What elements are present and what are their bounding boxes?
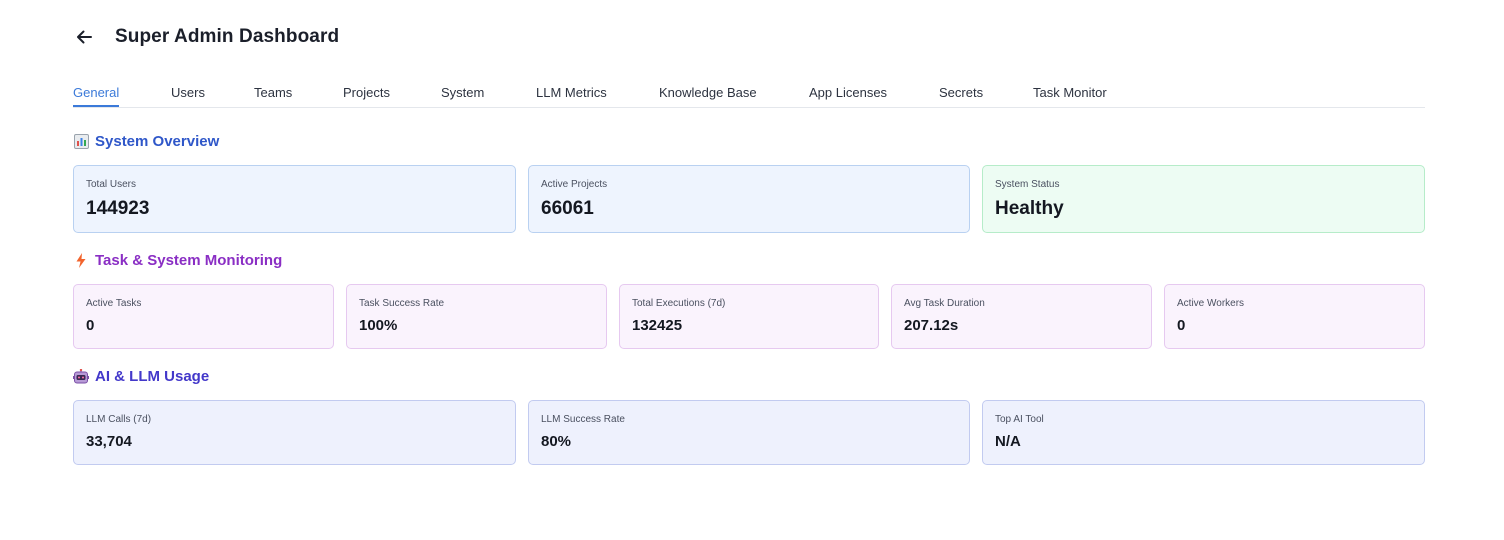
lightning-icon: [73, 253, 89, 269]
stat-label: LLM Success Rate: [541, 414, 625, 425]
page-title: Super Admin Dashboard: [115, 26, 340, 47]
stat-card-total-users: Total Users 144923: [73, 165, 516, 233]
stat-value: N/A: [995, 433, 1021, 450]
section-ai-llm-usage: AI & LLM Usage: [73, 368, 209, 385]
robot-icon: [73, 369, 89, 385]
section-title: System Overview: [95, 133, 220, 150]
tab-teams[interactable]: Teams: [254, 84, 292, 101]
tab-bar: General Users Teams Projects System LLM …: [73, 84, 1425, 108]
section-title: AI & LLM Usage: [95, 368, 210, 385]
stat-value: 144923: [86, 198, 150, 219]
stat-value: 33,704: [86, 433, 132, 450]
tab-general[interactable]: General: [73, 84, 120, 107]
tab-app-licenses[interactable]: App Licenses: [809, 84, 887, 101]
stat-value: 0: [1177, 317, 1186, 334]
stat-value: 80%: [541, 433, 572, 450]
stat-label: LLM Calls (7d): [86, 414, 152, 425]
stat-label: Top AI Tool: [995, 414, 1044, 425]
section-title: Task & System Monitoring: [95, 252, 283, 269]
super-admin-dashboard: Super Admin Dashboard General Users Team…: [0, 0, 1504, 540]
page-header: Super Admin Dashboard: [73, 24, 339, 50]
tab-secrets[interactable]: Secrets: [939, 84, 983, 101]
stat-card-active-workers: Active Workers 0: [1164, 284, 1425, 349]
bar-chart-icon: [73, 134, 89, 150]
tab-llm-metrics[interactable]: LLM Metrics: [536, 84, 607, 101]
stat-card-top-ai-tool: Top AI Tool N/A: [982, 400, 1425, 465]
stat-card-system-status: System Status Healthy: [982, 165, 1425, 233]
stat-value: 207.12s: [904, 317, 959, 334]
back-button[interactable]: [73, 24, 95, 50]
stat-value: 0: [86, 317, 95, 334]
section-task-monitoring: Task & System Monitoring: [73, 252, 282, 269]
stat-value: 100%: [359, 317, 398, 334]
tab-system[interactable]: System: [441, 84, 484, 101]
stat-label: Active Workers: [1177, 298, 1245, 309]
stat-card-avg-task-duration: Avg Task Duration 207.12s: [891, 284, 1152, 349]
tab-knowledge-base[interactable]: Knowledge Base: [659, 84, 757, 101]
stat-label: Avg Task Duration: [904, 298, 985, 309]
stat-label: Task Success Rate: [359, 298, 445, 309]
stat-card-active-tasks: Active Tasks 0: [73, 284, 334, 349]
stat-value: 66061: [541, 198, 594, 219]
stat-card-llm-calls: LLM Calls (7d) 33,704: [73, 400, 516, 465]
stat-value: Healthy: [995, 198, 1064, 219]
stat-value: 132425: [632, 317, 683, 334]
stat-label: Active Projects: [541, 179, 608, 190]
stat-label: Total Executions (7d): [632, 298, 726, 309]
stat-card-total-executions: Total Executions (7d) 132425: [619, 284, 879, 349]
stat-label: Active Tasks: [86, 298, 142, 309]
arrow-left-icon: [77, 30, 92, 44]
tab-task-monitor[interactable]: Task Monitor: [1033, 84, 1107, 101]
stat-label: System Status: [995, 179, 1060, 190]
stat-label: Total Users: [86, 179, 137, 190]
tab-projects[interactable]: Projects: [343, 84, 390, 101]
stat-card-task-success-rate: Task Success Rate 100%: [346, 284, 607, 349]
section-system-overview: System Overview: [73, 133, 219, 150]
tab-users[interactable]: Users: [171, 84, 205, 101]
stat-card-active-projects: Active Projects 66061: [528, 165, 970, 233]
stat-card-llm-success-rate: LLM Success Rate 80%: [528, 400, 970, 465]
